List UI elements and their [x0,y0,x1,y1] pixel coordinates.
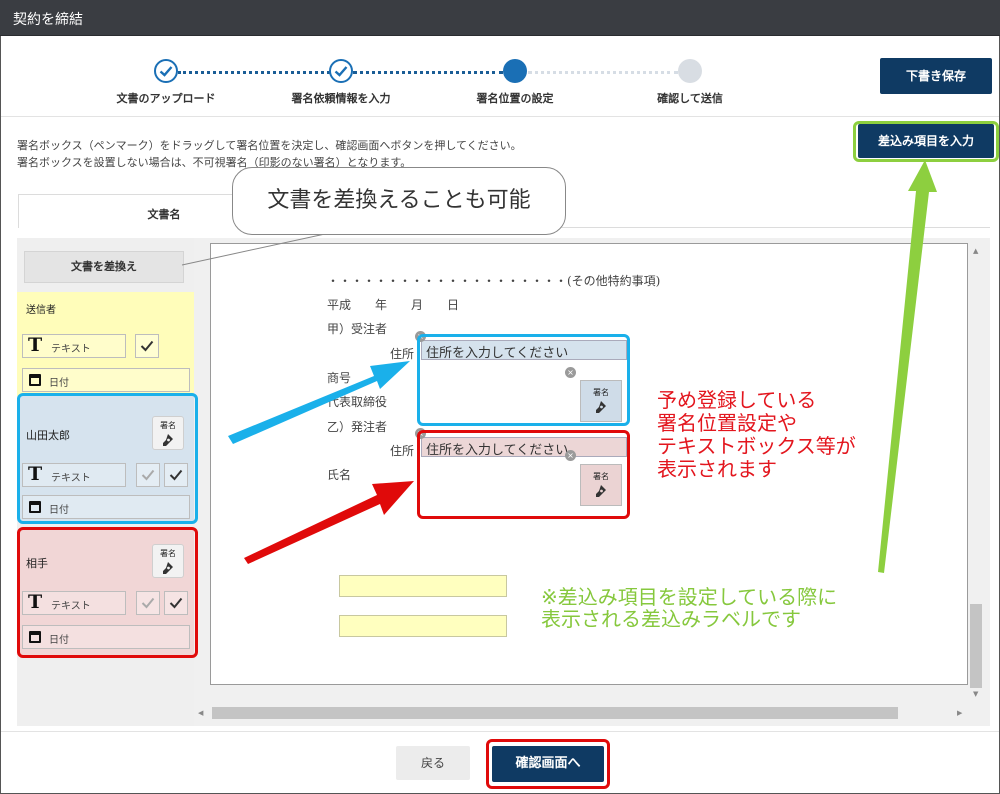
swap-document-button[interactable]: 文書を差換え [24,251,184,283]
sender-text-field[interactable]: T テキスト [22,334,126,358]
save-draft-button[interactable]: 下書き保存 [880,58,992,94]
highlight-party-yamada [17,393,198,524]
title-bar: 契約を締結 [0,0,1000,36]
annotation-green-line: ※差込み項目を設定している際に [541,585,838,609]
divider [1,116,999,117]
scroll-down-arrow-icon[interactable]: ▼ [973,690,978,698]
step-label-upload: 文書のアップロード [116,92,216,105]
step-done-check-icon [329,59,353,83]
sender-date-field[interactable]: 日付 [22,368,190,392]
callout-swap-document: 文書を差換えることも可能 [232,167,566,235]
text-type-icon: T [28,334,43,356]
doc-line-date: 平成 年 月 日 [327,298,460,312]
annotation-red-line: 表示されます [657,457,777,481]
sender-checkbox[interactable] [135,334,159,358]
annotation-red-line: 予め登録している [657,388,817,412]
sender-card: 送信者 T テキスト 日付 [17,292,195,396]
step-connector [178,71,330,74]
doc-line-contractor: 甲）受注者 [327,322,388,336]
instruction-line-1: 署名ボックス（ペンマーク）をドラッグして署名位置を決定し、確認画面へボタンを押し… [17,139,522,152]
step-connector [353,71,503,74]
text-field-label: テキスト [51,344,91,355]
divider [1,731,999,732]
doc-label-address: 住所 [390,347,415,361]
window-title: 契約を締結 [13,12,83,28]
step-label-confirm-send: 確認して送信 [657,92,723,105]
doc-label-representative: 代表取締役 [327,395,388,409]
doc-line-special-terms: ・・・・・・・・・・・・・・・・・・・・(その他特約事項) [327,274,661,288]
step-label-request-info: 署名依頼情報を入力 [291,92,391,105]
highlight-doc-fields-blue [417,334,630,426]
doc-line-client: 乙）発注者 [327,420,388,434]
step-todo-indicator [678,59,702,83]
calendar-icon [29,374,41,386]
scroll-left-arrow-icon[interactable]: ◀ [198,709,203,717]
merge-label-box[interactable] [339,575,507,597]
step-done-check-icon [154,59,178,83]
doc-label-name: 氏名 [327,468,352,482]
highlight-party-aite [17,527,198,658]
highlight-confirm-button [486,739,610,789]
annotation-red-text: 予め登録している 署名位置設定や テキストボックス等が 表示されます [657,389,856,481]
doc-label-address: 住所 [390,444,415,458]
vertical-scrollbar-thumb[interactable] [970,604,982,688]
sender-label: 送信者 [26,305,56,316]
doc-label-trade-name: 商号 [327,371,352,385]
back-button[interactable]: 戻る [396,746,470,780]
date-field-label: 日付 [49,378,69,389]
annotation-green-line: 表示される差込みラベルです [541,607,801,631]
horizontal-scrollbar-thumb[interactable] [212,707,898,719]
annotation-green-text: ※差込み項目を設定している際に 表示される差込みラベルです [541,586,837,630]
merge-label-box[interactable] [339,615,507,637]
highlight-merge-fields [853,121,999,162]
step-current-indicator [503,59,527,83]
scroll-right-arrow-icon[interactable]: ▶ [957,709,962,717]
annotation-red-line: テキストボックス等が [657,434,856,458]
step-label-signature-position: 署名位置の設定 [476,92,554,105]
annotation-red-line: 署名位置設定や [657,411,797,435]
highlight-doc-fields-red [417,430,630,519]
step-connector [528,71,678,74]
scroll-up-arrow-icon[interactable]: ▲ [973,247,978,255]
